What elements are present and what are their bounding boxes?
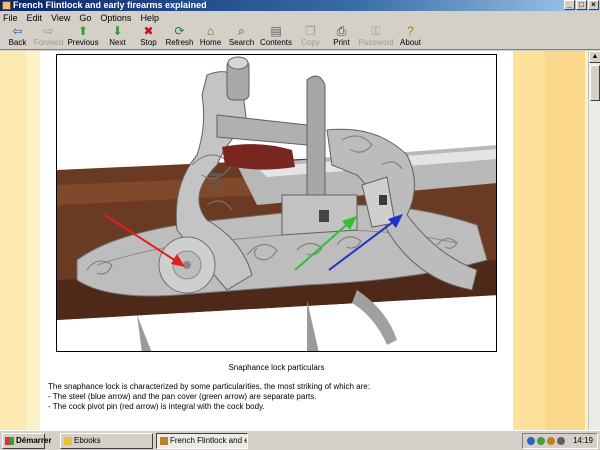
security-icon[interactable] (537, 437, 545, 445)
toolbar-label: Password (358, 38, 394, 47)
description-text: The snaphance lock is characterized by s… (48, 382, 508, 412)
toolbar-label: Home (199, 38, 222, 47)
app-icon (2, 1, 11, 10)
browser-window: French Flintlock and early firearms expl… (0, 0, 600, 430)
menu-file[interactable]: File (3, 13, 18, 23)
right-margin-band (513, 51, 545, 430)
photo-caption: Snaphance lock particulars (228, 363, 325, 372)
key-icon: ⚿ (371, 24, 381, 38)
toolbar-label: Print (333, 38, 350, 47)
toolbar: ⇦ Back ⇨ Forward ⬆ Previous ⬇ Next ✖ Stop ⟳ Refresh… (0, 24, 600, 50)
snaphance-lock-photo (56, 54, 497, 352)
menu-options[interactable]: Options (100, 13, 131, 23)
toolbar-contents-button[interactable]: ▤ Contents (257, 24, 295, 49)
toolbar-label: Forward (33, 38, 64, 47)
taskbar-item-ebooks[interactable]: Ebooks (60, 433, 153, 449)
toolbar-label: Previous (67, 38, 99, 47)
toolbar-password-button[interactable]: ⚿ Password (357, 24, 395, 49)
description-line: - The cock pivot pin (red arrow) is inte… (48, 402, 265, 411)
menu-help[interactable]: Help (140, 13, 159, 23)
toolbar-search-button[interactable]: ⌕ Search (226, 24, 257, 49)
down-arrow-icon: ⬇ (112, 24, 123, 38)
book-icon (160, 437, 168, 445)
minimize-button[interactable]: _ (564, 0, 575, 10)
contents-icon: ▤ (270, 24, 282, 38)
forward-arrow-icon: ⇨ (43, 24, 54, 38)
printer-icon[interactable] (557, 437, 565, 445)
copy-icon: ❐ (305, 24, 316, 38)
close-button[interactable]: × (588, 0, 599, 10)
right-margin-band-outer (545, 51, 585, 430)
task-label: French Flintlock and e... (170, 436, 248, 445)
home-icon: ⌂ (206, 24, 215, 38)
page-body: Snaphance lock particulars The snaphance… (40, 51, 513, 430)
scroll-thumb[interactable] (590, 65, 600, 101)
system-tray: 14:19 (522, 433, 598, 449)
description-line: - The steel (blue arrow) and the pan cov… (48, 392, 317, 401)
toolbar-print-button[interactable]: ⎙ Print (326, 24, 357, 49)
volume-icon[interactable] (547, 437, 555, 445)
back-arrow-icon: ⇦ (12, 24, 23, 38)
toolbar-label: Back (8, 38, 27, 47)
up-arrow-icon: ⬆ (77, 24, 89, 38)
folder-icon (64, 437, 72, 445)
refresh-icon: ⟳ (174, 24, 185, 38)
taskbar-item-browser[interactable]: French Flintlock and e... (156, 433, 248, 449)
clock: 14:19 (572, 436, 593, 445)
menu-view[interactable]: View (51, 13, 70, 23)
start-label: Démarrer (16, 436, 52, 445)
title-bar: French Flintlock and early firearms expl… (0, 0, 600, 11)
toolbar-home-button[interactable]: ⌂ Home (195, 24, 226, 49)
toolbar-previous-button[interactable]: ⬆ Previous (64, 24, 102, 49)
menu-bar: File Edit View Go Options Help (0, 11, 600, 24)
window-title: French Flintlock and early firearms expl… (13, 0, 207, 10)
print-icon: ⎙ (336, 24, 347, 38)
toolbar-about-button[interactable]: ? About (395, 24, 426, 49)
vertical-scrollbar[interactable]: ▲ (588, 51, 600, 430)
scroll-up-button[interactable]: ▲ (589, 51, 600, 63)
windows-flag-icon (5, 437, 14, 445)
toolbar-copy-button[interactable]: ❐ Copy (295, 24, 326, 49)
description-line: The snaphance lock is characterized by s… (48, 382, 370, 391)
left-margin-band (0, 51, 26, 430)
toolbar-forward-button[interactable]: ⇨ Forward (33, 24, 64, 49)
toolbar-label: Refresh (165, 38, 194, 47)
taskbar: Démarrer Ebooks French Flintlock and e..… (0, 430, 600, 450)
toolbar-label: About (400, 38, 421, 47)
search-icon: ⌕ (238, 24, 245, 38)
toolbar-stop-button[interactable]: ✖ Stop (133, 24, 164, 49)
toolbar-back-button[interactable]: ⇦ Back (2, 24, 33, 49)
toolbar-label: Copy (301, 38, 320, 47)
network-icon[interactable] (527, 437, 535, 445)
toolbar-label: Stop (140, 38, 157, 47)
task-label: Ebooks (74, 436, 101, 445)
toolbar-next-button[interactable]: ⬇ Next (102, 24, 133, 49)
start-button[interactable]: Démarrer (2, 433, 52, 449)
toolbar-refresh-button[interactable]: ⟳ Refresh (164, 24, 195, 49)
toolbar-label: Search (228, 38, 255, 47)
menu-edit[interactable]: Edit (27, 13, 43, 23)
content-area: Snaphance lock particulars The snaphance… (0, 51, 600, 430)
toolbar-label: Contents (259, 38, 293, 47)
menu-go[interactable]: Go (79, 13, 91, 23)
toolbar-label: Next (109, 38, 126, 47)
stop-icon: ✖ (143, 24, 154, 38)
about-icon: ? (407, 24, 414, 38)
lock-illustration (57, 56, 496, 351)
maximize-button[interactable]: □ (576, 0, 587, 10)
